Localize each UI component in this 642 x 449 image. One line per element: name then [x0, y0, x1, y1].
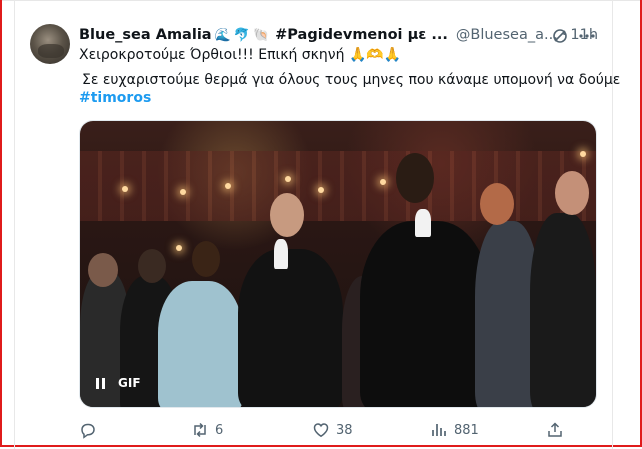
views-icon: [430, 421, 448, 439]
hashtag-link[interactable]: #timoros: [79, 90, 151, 106]
gif-image: [80, 121, 596, 407]
more-icon[interactable]: [578, 27, 596, 45]
wave-emoji: 🌊: [214, 27, 231, 43]
grok-icon[interactable]: [552, 28, 568, 44]
reply-button[interactable]: [79, 420, 103, 440]
user-handle[interactable]: @Bluesea_a...: [456, 27, 558, 43]
action-bar: 6 38 881: [79, 420, 599, 440]
share-button[interactable]: [546, 420, 564, 440]
tweet-text-line-2: Σε ευχαριστούμε θερμά για όλους τους μην…: [82, 72, 621, 88]
tweet-header: Blue_sea Amalia 🌊 🐬 🐚 #Pagidevmenoi με .…: [79, 25, 598, 45]
gif-media[interactable]: GIF: [79, 120, 597, 408]
share-icon: [546, 421, 564, 439]
display-name-hashtag[interactable]: #Pagidevmenoi με ...: [275, 27, 448, 43]
heart-icon: [312, 421, 330, 439]
like-button[interactable]: 38: [312, 420, 353, 440]
retweet-button[interactable]: 6: [191, 420, 223, 440]
display-name[interactable]: Blue_sea Amalia: [79, 27, 212, 43]
retweet-icon: [191, 421, 209, 439]
left-border: [14, 0, 15, 449]
right-border: [612, 0, 613, 449]
avatar[interactable]: [30, 24, 70, 64]
gif-label: GIF: [118, 376, 141, 390]
pause-icon[interactable]: [96, 377, 106, 389]
gif-controls: GIF: [96, 376, 141, 390]
tweet-text-line-1: Χειροκροτούμε Όρθιοι!!! Επική σκηνή 🙏🫶🙏: [79, 47, 402, 63]
shell-emoji: 🐚: [252, 27, 270, 43]
views-button[interactable]: 881: [430, 420, 479, 440]
views-count: 881: [454, 422, 479, 438]
reply-icon: [79, 421, 97, 439]
dolphin-emoji: 🐬: [233, 27, 250, 43]
retweet-count: 6: [215, 422, 224, 438]
like-count: 38: [336, 422, 353, 438]
